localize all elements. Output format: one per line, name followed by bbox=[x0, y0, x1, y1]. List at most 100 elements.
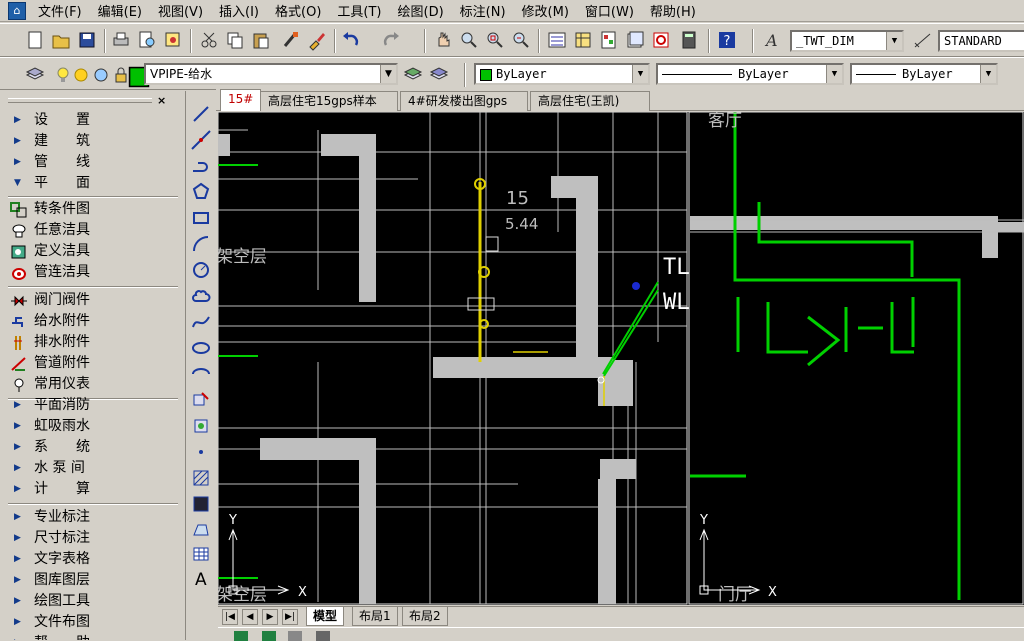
publish-icon[interactable] bbox=[162, 29, 184, 51]
tab-rd-building[interactable]: 4#研发楼出图gps bbox=[400, 91, 528, 111]
help-icon[interactable]: ? bbox=[716, 29, 738, 51]
region-icon[interactable] bbox=[190, 519, 212, 541]
sidebar-group-fire[interactable]: ▶ 平面消防 bbox=[0, 395, 180, 416]
redo-icon[interactable] bbox=[380, 29, 402, 51]
menu-tools[interactable]: 工具(T) bbox=[329, 1, 389, 20]
zoom-previous-icon[interactable] bbox=[510, 29, 532, 51]
sidebar-item-meters[interactable]: 常用仪表 bbox=[0, 374, 180, 395]
text-style-select[interactable]: _TWT_DIM ▼ bbox=[790, 30, 904, 52]
sidebar-item-supply-fittings[interactable]: 给水附件 bbox=[0, 311, 180, 332]
color-circle-icon[interactable] bbox=[90, 64, 112, 86]
layer-select[interactable]: VPIPE-给水 ▼ bbox=[144, 63, 398, 85]
app-icon[interactable]: ⌂ bbox=[8, 1, 26, 20]
close-icon[interactable]: × bbox=[157, 94, 166, 107]
sidebar-group-draw-tools[interactable]: ▶ 绘图工具 bbox=[0, 591, 180, 612]
sidebar-grip[interactable] bbox=[8, 98, 152, 103]
undo-icon[interactable] bbox=[340, 29, 362, 51]
chevron-down-icon[interactable]: ▼ bbox=[980, 65, 996, 83]
sidebar-item-pipe-fittings[interactable]: 管道附件 bbox=[0, 353, 180, 374]
menu-draw[interactable]: 绘图(D) bbox=[390, 1, 452, 20]
open-icon[interactable] bbox=[50, 29, 72, 51]
ellipse-arc-icon[interactable] bbox=[190, 363, 212, 385]
preview-icon[interactable] bbox=[136, 29, 158, 51]
prev-tab-icon[interactable]: ◀ bbox=[242, 609, 258, 625]
point-icon[interactable] bbox=[190, 441, 212, 463]
menu-file[interactable]: 文件(F) bbox=[30, 1, 90, 20]
chevron-down-icon[interactable]: ▼ bbox=[826, 65, 842, 83]
last-tab-icon[interactable]: ▶| bbox=[282, 609, 298, 625]
tool-palette-icon[interactable] bbox=[598, 29, 620, 51]
layer-manager-icon[interactable] bbox=[24, 63, 46, 85]
revision-cloud-icon[interactable] bbox=[190, 285, 212, 307]
save-icon[interactable] bbox=[76, 29, 98, 51]
menu-view[interactable]: 视图(V) bbox=[150, 1, 211, 20]
zoom-window-icon[interactable] bbox=[484, 29, 506, 51]
paste-icon[interactable] bbox=[250, 29, 272, 51]
sun-icon[interactable] bbox=[70, 64, 92, 86]
menu-format[interactable]: 格式(O) bbox=[267, 1, 329, 20]
print-icon[interactable] bbox=[110, 29, 132, 51]
sidebar-group-pump-room[interactable]: ▶ 水 泵 间 bbox=[0, 458, 180, 479]
brush-icon[interactable] bbox=[306, 29, 328, 51]
first-tab-icon[interactable]: |◀ bbox=[222, 609, 238, 625]
layer-previous-icon[interactable] bbox=[428, 63, 450, 85]
sidebar-group-calc[interactable]: ▶ 计 算 bbox=[0, 479, 180, 500]
match-prop-icon[interactable] bbox=[280, 29, 302, 51]
color-select[interactable]: ByLayer ▼ bbox=[474, 63, 650, 85]
circle-icon[interactable] bbox=[190, 259, 212, 281]
chevron-down-icon[interactable]: ▼ bbox=[632, 65, 648, 83]
cut-icon[interactable] bbox=[198, 29, 220, 51]
sidebar-group-system[interactable]: ▶ 系 统 bbox=[0, 437, 180, 458]
text-style-icon[interactable]: A bbox=[762, 29, 784, 51]
zoom-realtime-icon[interactable] bbox=[458, 29, 480, 51]
menu-modify[interactable]: 修改(M) bbox=[514, 1, 577, 20]
sidebar-item-convert[interactable]: 转条件图 bbox=[0, 199, 180, 220]
tab-highrise-wangkai[interactable]: 高层住宅(王凯) bbox=[530, 91, 650, 111]
tab-highrise-sample[interactable]: 高层住宅15gps样本 bbox=[260, 91, 398, 111]
arc-icon[interactable] bbox=[190, 233, 212, 255]
copy-icon[interactable] bbox=[224, 29, 246, 51]
menu-help[interactable]: 帮助(H) bbox=[642, 1, 704, 20]
menu-insert[interactable]: 插入(I) bbox=[211, 1, 267, 20]
sidebar-group-text-table[interactable]: ▶ 文字表格 bbox=[0, 549, 180, 570]
menu-window[interactable]: 窗口(W) bbox=[577, 1, 642, 20]
dim-style-select[interactable]: STANDARD bbox=[938, 30, 1024, 52]
next-tab-icon[interactable]: ▶ bbox=[262, 609, 278, 625]
insert-block-icon[interactable] bbox=[190, 389, 212, 411]
calculator-icon[interactable] bbox=[678, 29, 700, 51]
gradient-icon[interactable] bbox=[190, 493, 212, 515]
right-viewport-frame[interactable] bbox=[688, 112, 1024, 605]
sidebar-group-pipelines[interactable]: ▶ 管 线 bbox=[0, 152, 180, 173]
sidebar-group-library[interactable]: ▶ 图库图层 bbox=[0, 570, 180, 591]
sidebar-group-architecture[interactable]: ▶ 建 筑 bbox=[0, 131, 180, 152]
design-center-icon[interactable] bbox=[572, 29, 594, 51]
sidebar-item-define-fixture[interactable]: 定义洁具 bbox=[0, 241, 180, 262]
lineweight-select[interactable]: ByLayer ▼ bbox=[850, 63, 998, 85]
make-block-icon[interactable] bbox=[190, 415, 212, 437]
polyline-icon[interactable] bbox=[190, 155, 212, 177]
sidebar-group-siphon[interactable]: ▶ 虹吸雨水 bbox=[0, 416, 180, 437]
menu-dimension[interactable]: 标注(N) bbox=[452, 1, 514, 20]
sidebar-item-pipe-fixture[interactable]: 管连洁具 bbox=[0, 262, 180, 283]
construction-line-icon[interactable] bbox=[190, 129, 212, 151]
hatch-icon[interactable] bbox=[190, 467, 212, 489]
tab-model[interactable]: 模型 bbox=[306, 607, 345, 626]
mtext-icon[interactable]: A bbox=[190, 567, 212, 590]
properties-icon[interactable] bbox=[546, 29, 568, 51]
sidebar-item-drain-fittings[interactable]: 排水附件 bbox=[0, 332, 180, 353]
sidebar-group-plan[interactable]: ▼ 平 面 bbox=[0, 173, 180, 194]
new-icon[interactable] bbox=[24, 29, 46, 51]
sidebar-group-help[interactable]: ▶帮 助 bbox=[0, 633, 180, 640]
sidebar-item-valves[interactable]: 阀门阀件 bbox=[0, 290, 180, 311]
markup-icon[interactable] bbox=[650, 29, 672, 51]
linetype-select[interactable]: ByLayer ▼ bbox=[656, 63, 844, 85]
spline-icon[interactable] bbox=[190, 311, 212, 333]
table-icon[interactable] bbox=[190, 543, 212, 565]
sidebar-group-annotation[interactable]: ▶ 专业标注 bbox=[0, 507, 180, 528]
ellipse-icon[interactable] bbox=[190, 337, 212, 359]
tab-15[interactable]: 15# bbox=[220, 89, 262, 111]
sidebar-group-file-layout[interactable]: ▶ 文件布图 bbox=[0, 612, 180, 633]
tab-layout2[interactable]: 布局2 bbox=[402, 607, 448, 626]
dim-style-icon[interactable] bbox=[912, 29, 934, 51]
drawing-canvas[interactable]: 15 5.44 TL WL 架空层 架空层 Y X 客厅 门厅 Y X bbox=[218, 112, 1024, 605]
